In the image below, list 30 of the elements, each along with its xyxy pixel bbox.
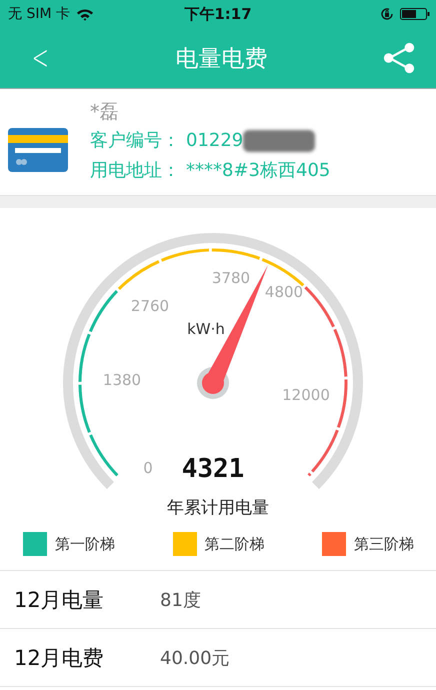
wifi-icon bbox=[76, 8, 94, 20]
clock-time: 下午1:17 bbox=[184, 4, 252, 24]
unit-label: kW·h bbox=[187, 320, 225, 338]
customer-name: *磊 bbox=[90, 100, 120, 125]
back-button[interactable]: < bbox=[28, 38, 52, 78]
scale-label: 12000 bbox=[282, 386, 330, 404]
share-icon[interactable] bbox=[382, 41, 416, 75]
field-value: 01229 bbox=[186, 129, 244, 153]
scale-label: 2760 bbox=[130, 297, 170, 315]
battery-icon bbox=[400, 7, 430, 21]
row-value: 81度 bbox=[160, 588, 201, 612]
usage-reading: 4321 bbox=[182, 454, 244, 484]
row-value: 40.00元 bbox=[160, 646, 230, 670]
rotation-lock-icon bbox=[380, 7, 394, 21]
carrier-label: 无 SIM 卡 bbox=[8, 5, 70, 23]
legend-label: 第二阶梯 bbox=[204, 534, 264, 554]
row-label: 12月电费 bbox=[14, 644, 105, 672]
legend-label: 第一阶梯 bbox=[55, 534, 115, 554]
row-label: 12月电量 bbox=[14, 586, 105, 614]
scale-label: 4800 bbox=[264, 283, 304, 301]
page-title: 电量电费 bbox=[175, 44, 268, 74]
field-value: ****8#3栋西405 bbox=[186, 159, 330, 183]
scale-label: 3780 bbox=[212, 269, 250, 287]
scale-label: 1380 bbox=[102, 371, 142, 389]
field-label: 客户编号： bbox=[90, 129, 180, 153]
scale-label: 0 bbox=[143, 459, 153, 477]
legend-label: 第三阶梯 bbox=[354, 534, 414, 554]
gauge-caption: 年累计用电量 bbox=[167, 498, 269, 518]
bank-card-icon bbox=[8, 128, 68, 172]
field-label: 用电地址： bbox=[90, 159, 180, 183]
